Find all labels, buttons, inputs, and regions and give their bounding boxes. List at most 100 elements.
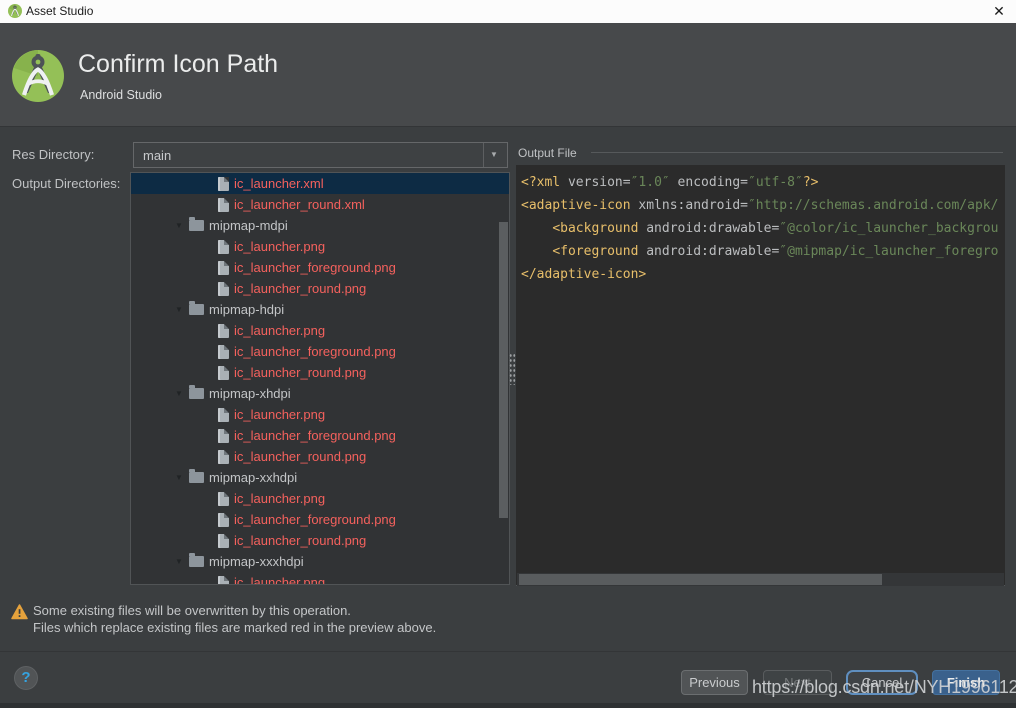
file-icon: [218, 240, 229, 254]
page-subtitle: Android Studio: [80, 88, 162, 102]
res-directory-combobox[interactable]: main ▼: [133, 142, 508, 168]
asset-studio-dialog: Asset Studio ✕ Confirm Icon Path Android…: [0, 0, 1016, 708]
warning-text: Some existing files will be overwritten …: [33, 602, 436, 636]
tree-row-mipmap-xxhdpi[interactable]: ▼ mipmap-xxhdpi: [131, 467, 509, 488]
folder-icon: [189, 556, 204, 567]
tree-vertical-scrollbar[interactable]: [499, 222, 508, 518]
tree-row-ic_launcher_round.png[interactable]: ic_launcher_round.png: [131, 530, 509, 551]
tree-row-label: ic_launcher.png: [234, 575, 325, 585]
android-studio-icon: [8, 4, 22, 23]
folder-icon: [189, 304, 204, 315]
code-token: ″1.0″: [631, 175, 670, 190]
expand-arrow-icon[interactable]: ▼: [175, 551, 189, 572]
tree-row-mipmap-xxxhdpi[interactable]: ▼mipmap-xxxhdpi: [131, 551, 509, 572]
code-line: <adaptive-icon xmlns:android=″http://sch…: [521, 194, 1005, 217]
tree-row-label: ic_launcher.png: [234, 407, 325, 422]
tree-row-label: ic_launcher.png: [234, 323, 325, 338]
tree-row-mipmap-hdpi[interactable]: ▼mipmap-hdpi: [131, 299, 509, 320]
editor-hscroll-thumb[interactable]: [519, 574, 882, 585]
code-line: <foreground android:drawable=″@mipmap/ic…: [521, 240, 1005, 263]
output-directories-label: Output Directories:: [12, 176, 120, 191]
folder-icon: [189, 472, 204, 483]
code-line: </adaptive-icon>: [521, 263, 1005, 286]
file-icon: [218, 576, 229, 585]
tree-row-ic_launcher_round.png[interactable]: ic_launcher_round.png: [131, 278, 509, 299]
code-token: [521, 244, 552, 259]
tree-row-ic_launcher.png[interactable]: ic_launcher.png: [131, 572, 509, 585]
tree-row-ic_launcher_foreground.png[interactable]: ic_launcher_foreground.png: [131, 425, 509, 446]
file-icon: [218, 198, 229, 212]
tree-row-mipmap-mdpi[interactable]: ▼ mipmap-mdpi: [131, 215, 509, 236]
file-icon: [218, 534, 229, 548]
expand-arrow-icon[interactable]: ▼: [175, 383, 189, 404]
code-token: <adaptive-icon: [521, 198, 631, 213]
code-token: <background: [552, 221, 638, 236]
file-icon: [218, 261, 229, 275]
tree-row-label: mipmap-xxhdpi: [209, 470, 297, 485]
title-bar: Asset Studio ✕: [0, 0, 1016, 23]
tree-row-ic_launcher_round.png[interactable]: ic_launcher_round.png: [131, 446, 509, 467]
combobox-dropdown-button[interactable]: ▼: [483, 143, 507, 167]
chevron-down-icon: ▼: [490, 150, 498, 159]
file-icon: [218, 450, 229, 464]
expand-arrow-icon[interactable]: ▼: [175, 467, 189, 488]
code-token: [521, 221, 552, 236]
tree-row-ic_launcher_round.png[interactable]: ic_launcher_round.png: [131, 362, 509, 383]
tree-row-ic_launcher.png[interactable]: ic_launcher.png: [131, 320, 509, 341]
code-token: <foreground: [552, 244, 638, 259]
file-icon: [218, 345, 229, 359]
code-token: version=: [560, 175, 630, 190]
tree-row-label: ic_launcher_foreground.png: [234, 428, 396, 443]
output-file-separator: [591, 152, 1003, 153]
file-icon: [218, 492, 229, 506]
file-icon: [218, 324, 229, 338]
tree-row-label: ic_launcher_round.png: [234, 533, 366, 548]
tree-row-ic_launcher.xml[interactable]: ic_launcher.xml: [131, 173, 509, 194]
warning-line-2: Files which replace existing files are m…: [33, 619, 436, 636]
footer-separator: [0, 651, 1016, 652]
tree-row-ic_launcher.png[interactable]: ic_launcher.png: [131, 488, 509, 509]
tree-row-label: ic_launcher_foreground.png: [234, 512, 396, 527]
window-bottom-edge: [0, 703, 1016, 708]
tree-row-label: ic_launcher.xml: [234, 176, 324, 191]
code-line: <background android:drawable=″@color/ic_…: [521, 217, 1005, 240]
tree-row-ic_launcher.png[interactable]: ic_launcher.png: [131, 236, 509, 257]
code-token: ″@mipmap/ic_launcher_foregro: [779, 244, 998, 259]
file-icon: [218, 282, 229, 296]
res-directory-value: main: [143, 148, 171, 163]
expand-arrow-icon[interactable]: ▼: [175, 215, 189, 236]
splitter-grip[interactable]: [509, 353, 516, 385]
previous-button[interactable]: Previous: [681, 670, 748, 695]
code-token: android:drawable=: [638, 244, 779, 259]
tree-row-label: ic_launcher.png: [234, 239, 325, 254]
tree-row-label: ic_launcher.png: [234, 491, 325, 506]
close-icon[interactable]: ✕: [990, 3, 1008, 20]
output-directories-tree[interactable]: ic_launcher.xmlic_launcher_round.xml▼mip…: [130, 172, 510, 585]
help-button[interactable]: ?: [14, 666, 38, 690]
file-icon: [218, 177, 229, 191]
code-token: <?xml: [521, 175, 560, 190]
warning-line-1: Some existing files will be overwritten …: [33, 602, 436, 619]
file-icon: [218, 513, 229, 527]
android-studio-logo: [12, 50, 64, 107]
code-token: encoding=: [670, 175, 748, 190]
page-title: Confirm Icon Path: [78, 50, 278, 79]
tree-row-mipmap-xhdpi[interactable]: ▼mipmap-xhdpi: [131, 383, 509, 404]
code-token: xmlns:android=: [631, 198, 748, 213]
watermark-text: https://blog.csdn.net/NYH19961125: [752, 677, 1016, 698]
tree-row-label: ic_launcher_foreground.png: [234, 260, 396, 275]
tree-row-label: ic_launcher_round.xml: [234, 197, 365, 212]
res-directory-label: Res Directory:: [12, 147, 94, 162]
tree-row-label: mipmap-mdpi: [209, 218, 288, 233]
code-line: <?xml version=″1.0″ encoding=″utf-8″?>: [521, 171, 1005, 194]
tree-row-ic_launcher.png[interactable]: ic_launcher.png: [131, 404, 509, 425]
output-file-preview[interactable]: <?xml version=″1.0″ encoding=″utf-8″?><a…: [516, 165, 1005, 586]
warning-icon: [11, 604, 28, 625]
expand-arrow-icon[interactable]: ▼: [175, 299, 189, 320]
file-icon: [218, 366, 229, 380]
tree-row-ic_launcher_foreground.png[interactable]: ic_launcher_foreground.png: [131, 341, 509, 362]
tree-row-ic_launcher_foreground.png[interactable]: ic_launcher_foreground.png: [131, 257, 509, 278]
folder-icon: [189, 388, 204, 399]
tree-row-ic_launcher_foreground.png[interactable]: ic_launcher_foreground.png: [131, 509, 509, 530]
tree-row-ic_launcher_round.xml[interactable]: ic_launcher_round.xml: [131, 194, 509, 215]
